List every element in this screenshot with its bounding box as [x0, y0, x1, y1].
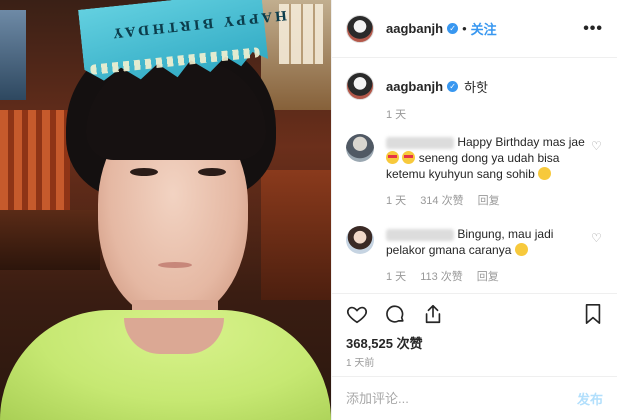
heart-icon[interactable]: [346, 303, 368, 325]
background-floor: [261, 170, 331, 300]
bookmark-icon[interactable]: [583, 303, 603, 325]
redacted-username: [386, 136, 454, 149]
comment-time[interactable]: 1 天: [386, 192, 406, 208]
comment-like-heart-icon[interactable]: ♡: [591, 140, 603, 152]
post-details-panel: aagbanjh ✓ • 关注 ••• aagbanjh ✓ 하핫 1 天 Ha…: [331, 0, 617, 420]
commenter-avatar[interactable]: [346, 226, 374, 254]
comment-text-line: pelakor gmana caranya: [386, 243, 512, 257]
person-eye-left: [130, 168, 158, 176]
comment-text-line: ketemu kyuhyun sang sohib: [386, 167, 535, 181]
author-avatar[interactable]: [346, 14, 374, 43]
comment-item: Happy Birthday mas jae seneng dong ya ud…: [346, 134, 603, 182]
comment-body: Happy Birthday mas jae seneng dong ya ud…: [386, 134, 592, 182]
more-options-icon[interactable]: •••: [583, 20, 603, 38]
pray-emoji-icon: [538, 167, 552, 180]
post-actions: [346, 301, 603, 327]
caption-body: aagbanjh ✓ 하핫: [386, 77, 488, 96]
heart-eyes-emoji-icon: [386, 151, 399, 164]
share-icon[interactable]: [422, 303, 444, 325]
post-photo[interactable]: HAPPY BIRTHDAY: [0, 0, 331, 420]
comment-meta: 1 天 113 次赞 回复: [386, 268, 603, 284]
caption-text: 하핫: [464, 79, 488, 95]
comment-text-line: Bingung, mau jadi: [457, 227, 554, 241]
comment-reply-button[interactable]: 回复: [478, 192, 500, 208]
caption-meta: 1 天: [386, 106, 603, 122]
comment-likes[interactable]: 113 次赞: [420, 268, 463, 284]
post-comment-button[interactable]: 发布: [577, 389, 603, 408]
author-username[interactable]: aagbanjh: [386, 21, 443, 36]
comment-bubble-icon[interactable]: [384, 303, 406, 325]
comment-likes[interactable]: 314 次赞: [420, 192, 463, 208]
caption-username[interactable]: aagbanjh: [386, 79, 443, 94]
redacted-username: [386, 228, 454, 241]
separator-dot: •: [462, 21, 467, 36]
caption: aagbanjh ✓ 하핫: [346, 72, 603, 100]
comment-item: Bingung, mau jadi pelakor gmana caranya …: [346, 226, 603, 258]
commenter-avatar[interactable]: [346, 134, 374, 162]
caption-time[interactable]: 1 天: [386, 106, 406, 122]
comment-text-line: seneng dong ya udah bisa: [418, 151, 560, 165]
divider: [332, 293, 617, 294]
comment-like-heart-icon[interactable]: ♡: [591, 232, 603, 244]
person-mouth: [158, 262, 192, 268]
comment-time[interactable]: 1 天: [386, 268, 406, 284]
background-fridge: [0, 10, 26, 100]
verified-badge-icon: ✓: [447, 80, 459, 92]
caption-author-avatar[interactable]: [346, 72, 374, 100]
comment-meta: 1 天 314 次赞 回复: [386, 192, 603, 208]
comment-body: Bingung, mau jadi pelakor gmana caranya: [386, 226, 592, 258]
comment-text-line: Happy Birthday mas jae: [457, 135, 585, 149]
post-header: aagbanjh ✓ • 关注 •••: [332, 0, 617, 58]
person-eye-right: [198, 168, 226, 176]
verified-badge-icon: ✓: [447, 23, 459, 34]
likes-count[interactable]: 368,525 次赞: [346, 333, 423, 352]
thinking-emoji-icon: [514, 243, 528, 256]
add-comment-bar: 发布: [332, 377, 617, 420]
background-table: [0, 210, 100, 270]
comments-list: aagbanjh ✓ 하핫 1 天 Happy Birthday mas jae…: [346, 72, 603, 284]
follow-button[interactable]: 关注: [471, 19, 497, 38]
comment-reply-button[interactable]: 回复: [477, 268, 499, 284]
comment-input[interactable]: [346, 391, 577, 406]
heart-eyes-emoji-icon: [402, 151, 416, 164]
post-timestamp[interactable]: 1 天前: [346, 354, 374, 369]
